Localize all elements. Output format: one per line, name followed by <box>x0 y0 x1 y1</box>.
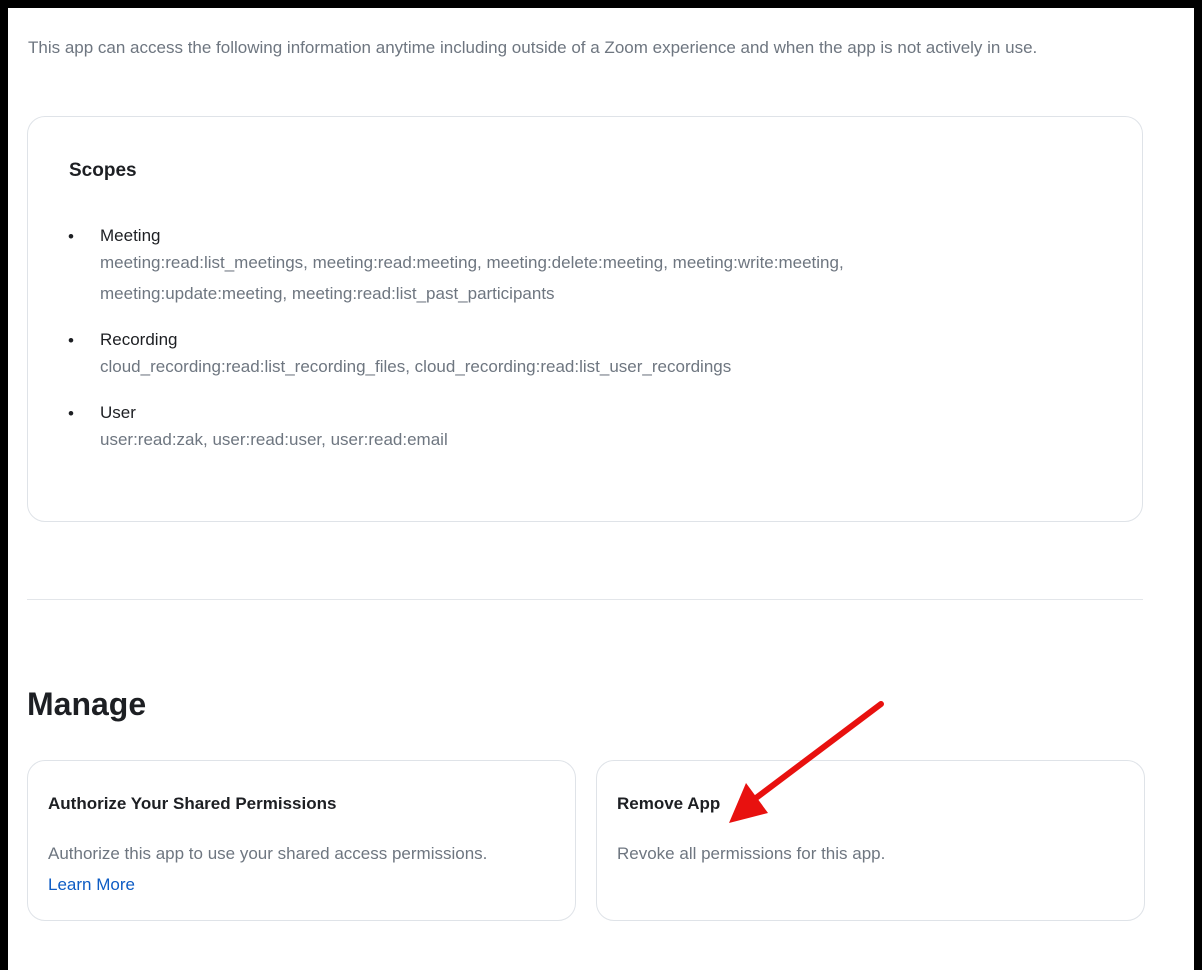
scope-name: Meeting <box>100 226 161 245</box>
scope-permissions-line: meeting:read:list_meetings, meeting:read… <box>100 253 844 272</box>
remove-app-description: Revoke all permissions for this app. <box>617 844 886 863</box>
section-divider <box>27 599 1143 600</box>
authorize-card-text: Authorize this app to use your shared ac… <box>48 844 488 863</box>
scope-permissions: meeting:read:list_meetings, meeting:read… <box>100 247 960 309</box>
bullet-icon: • <box>68 227 74 246</box>
learn-more-link[interactable]: Learn More <box>48 869 487 900</box>
remove-app-card[interactable]: Remove App Revoke all permissions for th… <box>596 760 1145 921</box>
manage-heading: Manage <box>27 686 147 722</box>
authorize-card-description: Authorize this app to use your shared ac… <box>48 838 487 900</box>
scope-permissions: cloud_recording:read:list_recording_file… <box>100 357 732 376</box>
scope-permissions-line: meeting:update:meeting, meeting:read:lis… <box>100 284 555 303</box>
scope-item-meeting: • Meeting meeting:read:list_meetings, me… <box>65 225 960 309</box>
authorize-card-title: Authorize Your Shared Permissions <box>48 794 337 813</box>
access-intro-text: This app can access the following inform… <box>28 38 1038 57</box>
scope-item-recording: • Recording cloud_recording:read:list_re… <box>65 329 960 382</box>
scopes-card: Scopes • Meeting meeting:read:list_meeti… <box>27 116 1143 522</box>
scope-item-user: • User user:read:zak, user:read:user, us… <box>65 402 960 455</box>
scope-list: • Meeting meeting:read:list_meetings, me… <box>65 225 960 475</box>
authorize-shared-permissions-card[interactable]: Authorize Your Shared Permissions Author… <box>27 760 576 921</box>
scope-permissions: user:read:zak, user:read:user, user:read… <box>100 430 448 449</box>
content-frame: This app can access the following inform… <box>8 8 1194 970</box>
bullet-icon: • <box>68 331 74 350</box>
remove-app-title[interactable]: Remove App <box>617 794 720 814</box>
scope-name: User <box>100 403 136 422</box>
bullet-icon: • <box>68 404 74 423</box>
scopes-title: Scopes <box>69 160 137 181</box>
scope-name: Recording <box>100 330 178 349</box>
